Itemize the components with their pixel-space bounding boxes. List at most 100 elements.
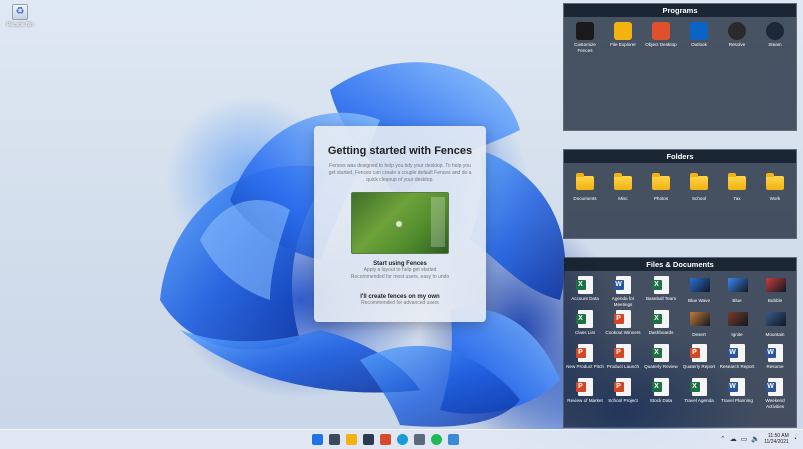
excel-file-icon: X <box>651 344 670 362</box>
option2-subtitle: Recommended for advanced users <box>361 300 439 306</box>
fence-item-mountain[interactable]: Mountain <box>756 310 794 344</box>
fence-item-school[interactable]: School <box>680 173 718 207</box>
fence-files-documents[interactable]: Files & Documents X Account Data W Agenda f… <box>563 257 797 428</box>
start-using-fences-option[interactable]: Start using Fences Apply a layout to hel… <box>314 261 486 280</box>
folder-icon <box>576 173 594 194</box>
fence-item-travel-planning[interactable]: W Travel Planning <box>718 378 756 412</box>
fence-item-file-explorer[interactable]: File Explorer <box>604 22 642 56</box>
start-using-fences-preview-image[interactable] <box>351 192 449 254</box>
fence-item-label: Account Data <box>571 296 599 301</box>
fence-item-account-data[interactable]: X Account Data <box>566 276 604 310</box>
fence-programs-title[interactable]: Programs <box>564 4 796 17</box>
fence-item-label: Quaterly Report <box>682 364 716 369</box>
fence-item-baseball-team[interactable]: X Baseball Team <box>642 276 680 310</box>
outlook-icon <box>690 22 708 40</box>
fence-item-tax[interactable]: Tax <box>718 173 756 207</box>
fence-item-label: Blue Wave <box>687 298 711 303</box>
chevron-up-icon[interactable]: ⌃ <box>720 435 726 443</box>
fence-item-label: Baseball Team <box>645 296 677 301</box>
fence-programs[interactable]: Programs Customize Fences File Explorer Ob… <box>563 3 797 131</box>
fence-item-misc[interactable]: Misc <box>604 173 642 207</box>
fence-folders[interactable]: Folders Documents Misc Photos School Tax Work <box>563 149 797 239</box>
start-icon[interactable] <box>312 434 323 445</box>
fence-item-label: Resume <box>766 364 784 369</box>
fence-item-resume[interactable]: W Resume <box>756 344 794 378</box>
image-file-icon <box>766 278 786 296</box>
create-fences-manually-option[interactable]: I'll create fences on my own Recommended… <box>314 294 486 307</box>
word-file-icon: W <box>613 276 632 294</box>
fence-item-work[interactable]: Work <box>756 173 794 207</box>
file-explorer-icon[interactable] <box>346 434 357 445</box>
fence-item-label: Bubble <box>767 298 783 303</box>
fence-item-label: Object Desktop <box>645 42 677 47</box>
excel-file-icon: X <box>651 276 670 294</box>
fence-item-stock-data[interactable]: X Stock Data <box>642 378 680 412</box>
fence-item-label: Work <box>769 196 781 201</box>
fences-taskbar-icon[interactable] <box>363 434 374 445</box>
fence-item-ignite[interactable]: Ignite <box>718 310 756 344</box>
fence-item-agenda-for-meetings[interactable]: W Agenda for Meetings <box>604 276 642 310</box>
fence-item-research-report[interactable]: W Research Report <box>718 344 756 378</box>
fence-item-label: Resolve <box>728 42 746 47</box>
notification-icon[interactable]: ◔ <box>793 436 797 443</box>
monitor-icon[interactable]: ▭ <box>741 435 748 443</box>
store-icon[interactable] <box>448 434 459 445</box>
fence-item-new-product-pitch[interactable]: P New Product Pitch <box>566 344 604 378</box>
search-icon[interactable] <box>329 434 340 445</box>
fence-folders-title[interactable]: Folders <box>564 150 796 163</box>
fence-item-documents[interactable]: Documents <box>566 173 604 207</box>
fence-item-label: Cookout Winners <box>605 330 641 335</box>
fence-item-customize-fences[interactable]: Customize Fences <box>566 22 604 56</box>
fence-item-label: Weekend Activities <box>765 398 785 409</box>
fence-item-label: Mountain <box>765 332 785 337</box>
image-file-icon <box>690 312 710 330</box>
cloud-icon[interactable]: ☁ <box>730 435 737 443</box>
clock[interactable]: 11:50 AM 11/24/2021 <box>764 433 789 445</box>
fence-item-label: School Project <box>608 398 638 403</box>
excel-file-icon: X <box>651 310 670 328</box>
fence-item-label: Travel Planning <box>721 398 753 403</box>
fence-item-bubble[interactable]: Bubble <box>756 276 794 310</box>
fence-files-grid: X Account Data W Agenda for Meetings X Baseba… <box>564 271 796 412</box>
fence-item-label: Customize Fences <box>574 42 596 53</box>
fence-item-quaterly-report[interactable]: P Quaterly Report <box>680 344 718 378</box>
word-file-icon: W <box>765 344 784 362</box>
recycle-bin-shortcut[interactable]: ♻ Recycle Bin <box>4 4 36 28</box>
fence-item-steam[interactable]: Steam <box>756 22 794 56</box>
image-file-icon <box>728 278 748 296</box>
fence-item-label: New Product Pitch <box>566 364 604 369</box>
fence-item-dashboards[interactable]: X Dashboards <box>642 310 680 344</box>
spotify-icon[interactable] <box>431 434 442 445</box>
fence-item-review-of-market[interactable]: P Review of Market <box>566 378 604 412</box>
folder-icon <box>728 173 746 194</box>
fence-files-title[interactable]: Files & Documents <box>564 258 796 271</box>
settings-icon[interactable] <box>414 434 425 445</box>
folder-icon <box>614 173 632 194</box>
fence-item-desert[interactable]: Desert <box>680 310 718 344</box>
fence-item-weekend-activities[interactable]: W Weekend Activities <box>756 378 794 412</box>
speaker-icon[interactable]: 🔈 <box>751 435 760 443</box>
object-desktop-taskbar-icon[interactable] <box>380 434 391 445</box>
fence-item-quaterly-review[interactable]: X Quaterly Review <box>642 344 680 378</box>
fence-item-label: School <box>691 196 707 201</box>
fence-item-blue-wave[interactable]: Blue Wave <box>680 276 718 310</box>
fence-item-label: Blue <box>732 298 742 303</box>
excel-file-icon: X <box>575 276 594 294</box>
edge-icon[interactable] <box>397 434 408 445</box>
fence-item-outlook[interactable]: Outlook <box>680 22 718 56</box>
fence-item-travel-agenda[interactable]: X Travel Agenda <box>680 378 718 412</box>
word-file-icon: W <box>727 378 746 396</box>
fence-item-resolve[interactable]: Resolve <box>718 22 756 56</box>
fence-item-blue[interactable]: Blue <box>718 276 756 310</box>
fence-item-class-list[interactable]: X Class List <box>566 310 604 344</box>
fence-item-school-project[interactable]: P School Project <box>604 378 642 412</box>
fence-item-cookout-winners[interactable]: P Cookout Winners <box>604 310 642 344</box>
recycle-bin-icon: ♻ <box>12 4 28 20</box>
excel-file-icon: X <box>689 378 708 396</box>
powerpoint-file-icon: P <box>575 378 594 396</box>
fence-item-photos[interactable]: Photos <box>642 173 680 207</box>
fence-item-label: Travel Agenda <box>684 398 714 403</box>
fence-item-object-desktop[interactable]: Object Desktop <box>642 22 680 56</box>
fence-item-product-launch[interactable]: P Product Launch <box>604 344 642 378</box>
excel-file-icon: X <box>575 310 594 328</box>
